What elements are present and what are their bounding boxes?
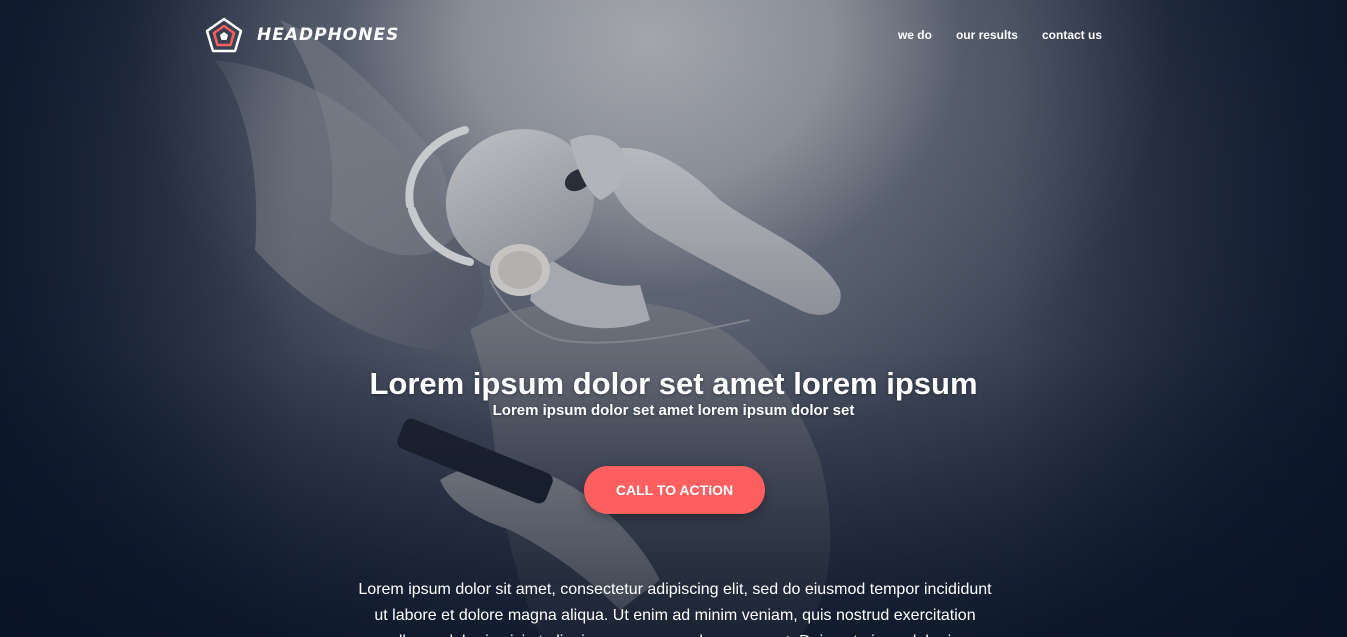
brand-name: HEADPHONES — [257, 25, 400, 45]
nav-link-our-results[interactable]: our results — [956, 28, 1018, 42]
main-nav: we do our results contact us — [898, 28, 1102, 42]
call-to-action-button[interactable]: CALL TO ACTION — [584, 466, 765, 514]
top-navbar: HEADPHONES we do our results contact us — [205, 16, 1102, 54]
hero-vignette-overlay — [0, 0, 1347, 637]
hero-body-text: Lorem ipsum dolor sit amet, consectetur … — [358, 581, 992, 637]
nav-link-contact-us[interactable]: contact us — [1042, 28, 1102, 42]
hero-section: HEADPHONES we do our results contact us … — [0, 0, 1347, 637]
pentagon-logo-icon — [205, 17, 243, 53]
hero-headline: Lorem ipsum dolor set amet lorem ipsum — [369, 366, 978, 401]
nav-link-we-do[interactable]: we do — [898, 28, 932, 42]
brand-logo[interactable]: HEADPHONES — [205, 17, 399, 53]
hero-subheadline: Lorem ipsum dolor set amet lorem ipsum d… — [492, 402, 855, 419]
